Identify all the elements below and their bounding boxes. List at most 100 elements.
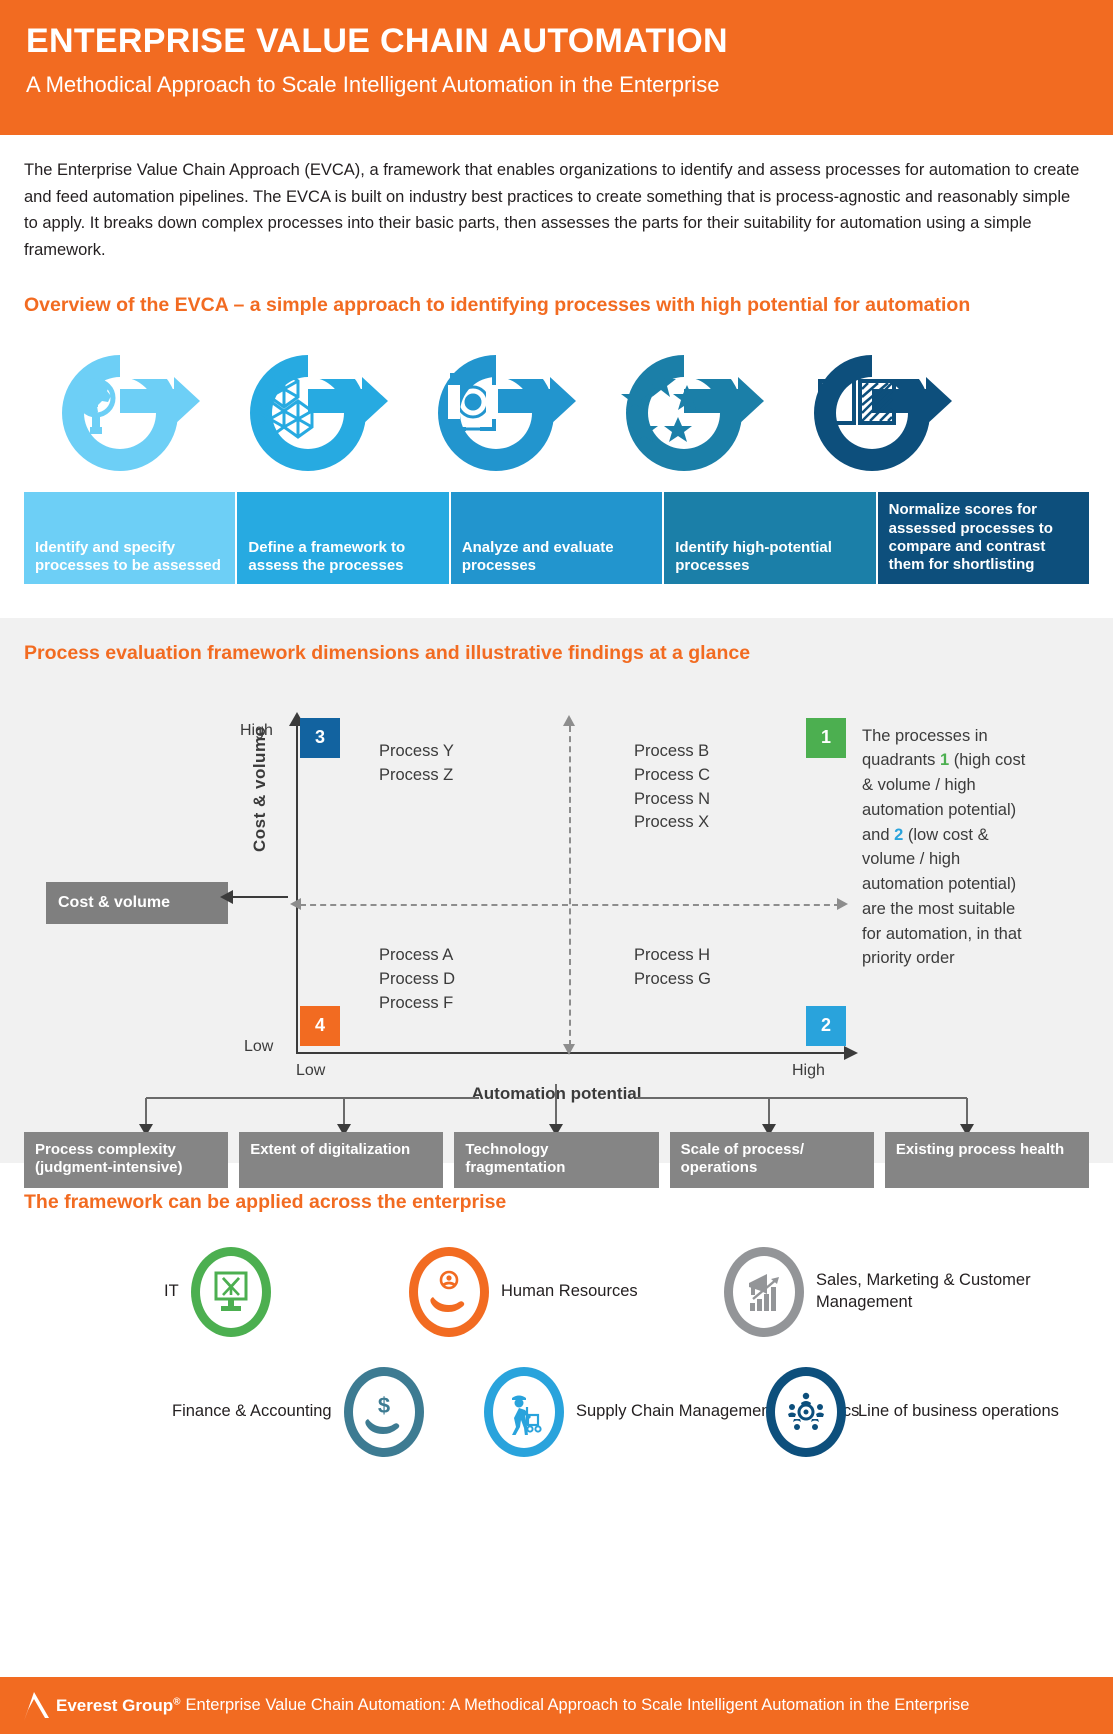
process-flow-diagram bbox=[24, 341, 1089, 486]
dimension-box-technology-fragmentation: Technology fragmentation bbox=[454, 1131, 659, 1188]
dimension-box-extent-of-digitalization: Extent of digitalization bbox=[239, 1131, 444, 1188]
cost-volume-callout: Cost & volume bbox=[46, 881, 228, 924]
step-label-4: Identify high-potential processes bbox=[664, 492, 876, 585]
enterprise-functions-grid: IT Human Resources Sales, Marketing & Cu… bbox=[24, 1237, 1089, 1477]
note-part-3: (low cost & volume / high automation pot… bbox=[862, 825, 1022, 968]
midline-vertical-arrow-top bbox=[563, 714, 575, 726]
hr-label: Human Resources bbox=[501, 1281, 638, 1300]
y-axis-line bbox=[296, 723, 298, 1054]
x-axis-high-label: High bbox=[792, 1061, 825, 1079]
x-axis-title: Automation potential bbox=[471, 1083, 642, 1103]
framework-note: The processes in quadrants 1 (high cost … bbox=[862, 724, 1034, 972]
dimension-box-existing-process-health: Existing process health bbox=[884, 1131, 1090, 1188]
enterprise-item-lob: Line of business operations bbox=[766, 1366, 1059, 1457]
quadrant-4-process-list: Process A Process D Process F bbox=[379, 944, 455, 1016]
process-step-labels: Identify and specify processes to be ass… bbox=[24, 492, 1090, 585]
enterprise-item-it: IT bbox=[164, 1246, 271, 1337]
person-hand-icon bbox=[430, 1270, 465, 1312]
note-quadrant-2: 2 bbox=[894, 825, 904, 844]
overview-title: Overview of the EVCA – a simple approach… bbox=[24, 293, 971, 316]
footer-brand: Everest Group® bbox=[56, 1696, 181, 1716]
cost-volume-callout-arrow bbox=[220, 889, 288, 904]
process-item: Process D bbox=[379, 969, 456, 988]
supply-chain-ring bbox=[484, 1366, 564, 1457]
step-label-3-text: Analyze and evaluate processes bbox=[461, 538, 614, 574]
finance-label: Finance & Accounting bbox=[172, 1401, 332, 1420]
process-item: Process C bbox=[634, 765, 711, 784]
enterprise-item-hr: Human Resources bbox=[409, 1246, 638, 1337]
y-axis-high-label: High bbox=[240, 721, 273, 739]
y-axis-low-label: Low bbox=[244, 1037, 274, 1055]
footer-brand-text: Everest Group bbox=[56, 1695, 174, 1715]
computer-tools-icon bbox=[214, 1271, 248, 1311]
overview-section: Overview of the EVCA – a simple approach… bbox=[0, 293, 1113, 585]
quadrant-chart: Cost & volume Cost & volume High Low Low… bbox=[24, 672, 1090, 1188]
footer-registered-mark: ® bbox=[173, 1695, 181, 1707]
dimension-boxes: Process complexity (judgment-intensive) … bbox=[24, 1131, 1090, 1188]
midline-vertical-arrow-bottom bbox=[563, 1043, 575, 1055]
sales-ring bbox=[724, 1246, 804, 1337]
everest-group-logo-icon bbox=[18, 1688, 52, 1724]
x-axis-low-label: Low bbox=[296, 1061, 326, 1079]
enterprise-item-sales: Sales, Marketing & Customer Management bbox=[724, 1246, 1089, 1337]
worker-trolley-icon bbox=[512, 1395, 542, 1435]
page-subtitle: A Methodical Approach to Scale Intellige… bbox=[26, 72, 720, 98]
megaphone-chart-icon bbox=[749, 1273, 779, 1311]
step-label-4-text: Identify high-potential processes bbox=[675, 538, 832, 574]
flow-step-2 bbox=[212, 341, 400, 486]
it-ring bbox=[190, 1246, 271, 1337]
process-item: Process H bbox=[634, 945, 711, 964]
framework-section: Process evaluation framework dimensions … bbox=[0, 618, 1113, 1188]
svg-text:$: $ bbox=[377, 1393, 389, 1418]
x-axis-arrow bbox=[844, 1045, 858, 1060]
process-item: Process G bbox=[634, 969, 712, 988]
lob-label: Line of business operations bbox=[858, 1401, 1059, 1420]
quadrant-badge-1: 1 bbox=[806, 717, 846, 758]
step-label-2: Define a framework to assess the process… bbox=[237, 492, 449, 585]
quadrant-2-process-list: Process H Process G bbox=[634, 944, 711, 992]
hr-ring bbox=[409, 1246, 489, 1337]
midline-horizontal-arrow-left bbox=[290, 897, 301, 910]
quadrant-badge-2: 2 bbox=[806, 1005, 846, 1046]
lob-ring bbox=[766, 1366, 846, 1457]
midline-horizontal-arrow-right bbox=[837, 897, 848, 910]
flow-step-3 bbox=[400, 341, 588, 486]
sales-label: Sales, Marketing & Customer Management bbox=[816, 1270, 1031, 1311]
step-label-2-text: Define a framework to assess the process… bbox=[248, 538, 406, 574]
flow-step-5 bbox=[776, 341, 964, 486]
intro-paragraph: The Enterprise Value Chain Approach (EVC… bbox=[24, 161, 1080, 260]
process-item: Process F bbox=[379, 993, 454, 1012]
step-label-5-text: Normalize scores for assessed processes … bbox=[888, 501, 1053, 574]
enterprise-item-finance: $ Finance & Accounting bbox=[172, 1366, 424, 1457]
process-item: Process N bbox=[634, 789, 711, 808]
enterprise-section: The framework can be applied across the … bbox=[0, 1163, 1113, 1476]
process-item: Process A bbox=[379, 945, 454, 964]
step-label-5: Normalize scores for assessed processes … bbox=[877, 492, 1090, 585]
footer-text: Enterprise Value Chain Automation: A Met… bbox=[185, 1696, 970, 1714]
process-item: Process B bbox=[634, 741, 710, 760]
page-title: ENTERPRISE VALUE CHAIN AUTOMATION bbox=[26, 22, 728, 60]
framework-title: Process evaluation framework dimensions … bbox=[24, 642, 751, 665]
process-item: Process X bbox=[634, 813, 710, 832]
midline-vertical bbox=[569, 725, 571, 1046]
dimension-box-process-complexity: Process complexity (judgment-intensive) bbox=[24, 1131, 229, 1188]
dollar-hand-icon: $ bbox=[364, 1393, 399, 1434]
flow-step-4 bbox=[588, 341, 776, 486]
note-quadrant-1: 1 bbox=[939, 751, 950, 770]
intro-block: The Enterprise Value Chain Approach (EVC… bbox=[0, 135, 1113, 264]
page-footer: Everest Group® Enterprise Value Chain Au… bbox=[0, 1677, 1113, 1734]
y-axis-title: Cost & volume bbox=[250, 726, 269, 852]
it-label: IT bbox=[164, 1281, 179, 1300]
quadrant-3-process-list: Process Y Process Z bbox=[379, 740, 454, 788]
quadrant-badge-4: 4 bbox=[300, 1005, 340, 1046]
quadrant-badge-3: 3 bbox=[300, 717, 340, 758]
process-item: Process Y bbox=[379, 741, 454, 760]
step-label-1-text: Identify and specify processes to be ass… bbox=[35, 538, 221, 574]
dimension-box-scale-of-process: Scale of process/ operations bbox=[669, 1131, 874, 1188]
process-item: Process Z bbox=[379, 765, 454, 784]
enterprise-title: The framework can be applied across the … bbox=[24, 1191, 507, 1214]
finance-ring: $ bbox=[343, 1366, 424, 1457]
step-label-1: Identify and specify processes to be ass… bbox=[24, 492, 236, 585]
flow-step-1 bbox=[24, 341, 212, 486]
page-header: ENTERPRISE VALUE CHAIN AUTOMATION A Meth… bbox=[0, 0, 1113, 135]
